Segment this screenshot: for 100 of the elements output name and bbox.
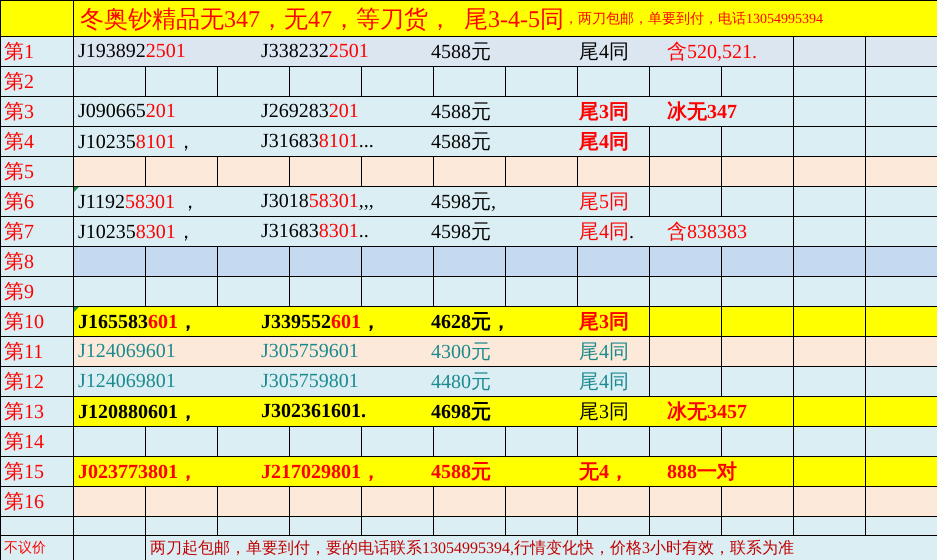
table-cell (1, 517, 73, 535)
cell-text: J302361601. (261, 400, 366, 423)
row-label: 第4 (1, 127, 73, 156)
table-cell (794, 247, 865, 276)
table-cell (866, 217, 937, 246)
cell-text: 4588元 (431, 460, 491, 485)
row-label: 第7 (1, 217, 73, 246)
banner-note: ，两刀包邮，单要到付，电话13054995394 (564, 10, 823, 28)
cell-text: J305759801 (261, 370, 359, 393)
cell-text: 尾4同. (579, 220, 634, 245)
cell-text: J124069801 (78, 370, 176, 393)
table-cell (794, 277, 865, 306)
cell-text: 冰无347 (667, 100, 737, 125)
row-label: 不议价 (1, 536, 73, 560)
table-cell (866, 397, 937, 426)
table-cell (794, 307, 865, 336)
cell-text: 含520,521. (667, 40, 757, 65)
cell-text: 无4， (579, 460, 629, 485)
table-cell (218, 157, 289, 186)
table-cell (866, 457, 937, 486)
cell-text: 尾5同 (579, 190, 629, 215)
table-cell (146, 517, 217, 535)
cell-text: J119258301 ， (78, 190, 200, 215)
table-cell (866, 427, 937, 456)
table-cell (506, 517, 577, 535)
table-cell (146, 157, 217, 186)
cell-text: 4598元 (431, 220, 491, 245)
cell-text: 4588元 (431, 130, 491, 155)
table-cell (578, 427, 649, 456)
row-label: 第9 (1, 277, 73, 306)
table-cell (650, 247, 721, 276)
row-label: 第5 (1, 157, 73, 186)
row-label: 第6 (1, 187, 73, 216)
table-cell (578, 517, 649, 535)
table-cell (722, 307, 793, 336)
cell-text: 尾4同 (579, 130, 629, 155)
table-cell (866, 337, 937, 366)
table-cell (362, 247, 433, 276)
cell-text: J023773801， (78, 460, 198, 485)
cell-text: J1938922501 (78, 40, 186, 63)
table-cell (794, 337, 865, 366)
cell-text: J120880601， (78, 400, 198, 425)
table-cell (218, 517, 289, 535)
table-cell (74, 536, 145, 560)
table-cell (722, 337, 793, 366)
table-cell (434, 247, 505, 276)
cell-text: J339552601， (261, 310, 381, 335)
cell-text: 尾4同 (579, 40, 629, 65)
table-cell (866, 97, 937, 126)
cell-text: J165583601， (78, 310, 198, 335)
table-cell (722, 247, 793, 276)
footer-note: 两刀起包邮，单要到付，要的电话联系13054995394,行情变化快，价格3小时有效，联系为准 (146, 536, 937, 560)
cell-text: 尾3同 (579, 100, 629, 125)
table-cell (290, 157, 361, 186)
cell-text: 888一对 (667, 460, 737, 485)
cell-text: 4300元 (431, 340, 491, 365)
table-cell (290, 247, 361, 276)
row-label: 第3 (1, 97, 73, 126)
cell-text: 含838383 (667, 220, 747, 245)
cell-text: 4588元 (431, 100, 491, 125)
cell-text: J316838301.. (261, 220, 369, 243)
row-label: 第10 (1, 307, 73, 336)
row-label: 第16 (1, 487, 73, 516)
table-cell (74, 517, 145, 535)
table-cell (794, 157, 865, 186)
table-cell (434, 487, 505, 516)
cell-text: 尾4同 (579, 340, 629, 365)
table-cell (866, 517, 937, 535)
table-cell (722, 367, 793, 396)
row-label: 第15 (1, 457, 73, 486)
table-cell (362, 487, 433, 516)
table-cell (866, 277, 937, 306)
table-cell (290, 277, 361, 306)
table-cell (722, 157, 793, 186)
row-label: 第12 (1, 367, 73, 396)
cell-text: J269283201 (261, 100, 359, 123)
cell-text: 冰无3457 (667, 400, 747, 425)
table-cell (506, 247, 577, 276)
table-cell (866, 487, 937, 516)
banner-title: 冬奥钞精品无347，无47，等刀货， 尾3-4-5同 (80, 6, 564, 34)
cell-text: J3382322501 (261, 40, 369, 63)
cell-text: 尾4同 (579, 370, 629, 395)
table-cell (362, 277, 433, 306)
table-cell (290, 427, 361, 456)
table-cell (578, 247, 649, 276)
row-label: 第14 (1, 427, 73, 456)
row-label: 第13 (1, 397, 73, 426)
cell-text: J124069601 (78, 340, 176, 363)
table-cell (794, 367, 865, 396)
table-cell (434, 157, 505, 186)
cell-text: 尾3同 (579, 400, 629, 425)
cell-text: J301858301,,, (261, 190, 374, 213)
row-label: 第8 (1, 247, 73, 276)
table-cell (290, 487, 361, 516)
table-cell (722, 517, 793, 535)
table-cell (866, 187, 937, 216)
table-cell (362, 517, 433, 535)
table-cell (866, 307, 937, 336)
cell-text: J316838101... (261, 130, 374, 153)
table-cell (722, 487, 793, 516)
